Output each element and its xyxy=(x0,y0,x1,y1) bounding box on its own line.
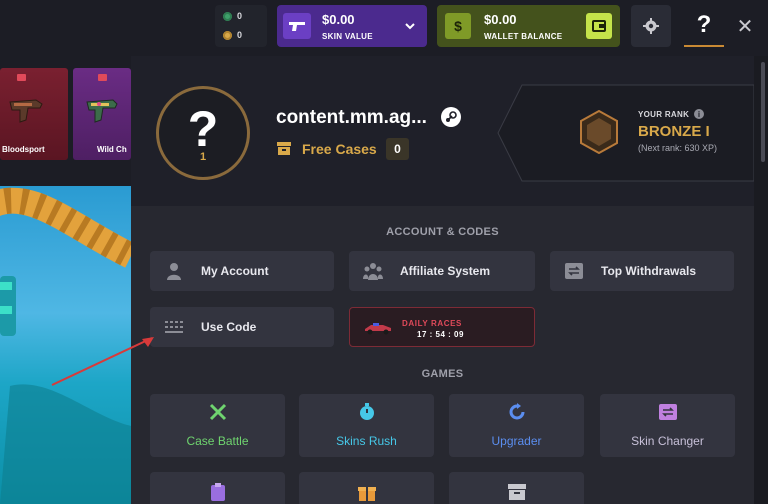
rank-badge-icon xyxy=(580,110,618,154)
annotation-arrow xyxy=(51,337,154,386)
upgrader-button[interactable]: Upgrader xyxy=(449,394,584,457)
top-bar: 0 0 $0.00 SKIN VALUE $ $0.00 WALLET BALA… xyxy=(0,0,768,56)
settings-button[interactable] xyxy=(631,5,671,47)
button-label: Use Code xyxy=(201,320,257,334)
skin-value-amount: $0.00 xyxy=(322,12,355,27)
coin-icon xyxy=(223,11,232,21)
daily-races-timer: 17 : 54 : 09 xyxy=(417,330,464,339)
game-label: Case Battle xyxy=(186,434,249,448)
race-car-icon xyxy=(365,323,391,335)
game-label: Upgrader xyxy=(491,434,542,448)
gun-image xyxy=(9,99,43,123)
case-name: Wild Ch xyxy=(97,145,127,154)
close-button[interactable]: ✕ xyxy=(730,8,760,44)
free-cases-count: 0 xyxy=(386,138,409,160)
game-label: Skin Changer xyxy=(631,434,704,448)
button-label: My Account xyxy=(201,264,269,278)
case-name: Bloodsport xyxy=(2,145,45,154)
steam-icon[interactable] xyxy=(441,107,461,127)
chevron-down-icon xyxy=(405,19,415,33)
case-card-bloodsport[interactable]: Bloodsport xyxy=(0,68,68,160)
skin-value-label: SKIN VALUE xyxy=(322,32,373,41)
avatar-placeholder: ? xyxy=(187,101,219,157)
stopwatch-icon xyxy=(357,402,377,422)
wallet-amount: $0.00 xyxy=(484,12,517,27)
level-badge: 1 xyxy=(194,151,212,171)
app-root: Bloodsport Wild Ch 0 0 $0.00 SKIN VALUE … xyxy=(0,0,768,504)
case-tag-icon xyxy=(98,74,107,81)
rank-next: (Next rank: 630 XP) xyxy=(638,143,718,153)
case-card-wild[interactable]: Wild Ch xyxy=(73,68,131,160)
top-withdrawals-button[interactable]: Top Withdrawals xyxy=(550,251,734,291)
user-icon xyxy=(164,261,184,281)
case-tag-icon xyxy=(17,74,26,81)
button-label: Top Withdrawals xyxy=(601,264,697,278)
scrollbar-thumb[interactable] xyxy=(761,62,765,162)
use-code-button[interactable]: Use Code xyxy=(150,307,334,347)
coin-value: 0 xyxy=(237,11,243,21)
pistol-icon xyxy=(283,13,311,39)
info-icon[interactable]: i xyxy=(694,109,704,119)
case-battle-button[interactable]: Case Battle xyxy=(150,394,285,457)
keyboard-icon xyxy=(164,317,184,337)
rank-title: YOUR RANK xyxy=(638,110,690,119)
my-account-button[interactable]: My Account xyxy=(150,251,334,291)
daily-races-button[interactable]: DAILY RACES 17 : 54 : 09 xyxy=(349,307,535,347)
help-button[interactable]: ? xyxy=(684,5,724,47)
affiliate-system-button[interactable]: Affiliate System xyxy=(349,251,535,291)
daily-races-label: DAILY RACES xyxy=(402,319,462,328)
upgrade-icon xyxy=(507,402,527,422)
clipboard-icon xyxy=(208,482,228,502)
game-button-row2-2[interactable] xyxy=(299,472,434,504)
skins-rush-button[interactable]: Skins Rush xyxy=(299,394,434,457)
gift-icon xyxy=(357,482,377,502)
wallet-label: WALLET BALANCE xyxy=(484,32,563,41)
coin-value: 0 xyxy=(237,30,243,40)
wallet-balance-button[interactable]: $ $0.00 WALLET BALANCE xyxy=(437,5,620,47)
swords-icon xyxy=(208,402,228,422)
skin-changer-button[interactable]: Skin Changer xyxy=(600,394,735,457)
coin-balances: 0 0 xyxy=(215,5,267,47)
skin-value-button[interactable]: $0.00 SKIN VALUE xyxy=(277,5,427,47)
game-button-row2-3[interactable] xyxy=(449,472,584,504)
username: content.mm.ag... xyxy=(276,107,427,128)
rank-card xyxy=(497,84,754,182)
swap-icon xyxy=(564,261,584,281)
account-section-title: ACCOUNT & CODES xyxy=(386,226,499,238)
gun-image xyxy=(86,99,118,123)
coin-balance-gold: 0 xyxy=(223,30,242,40)
box-icon xyxy=(507,482,527,502)
exchange-icon xyxy=(658,402,678,422)
game-label: Skins Rush xyxy=(336,434,397,448)
free-cases-label[interactable]: Free Cases xyxy=(302,141,377,157)
game-button-row2-1[interactable] xyxy=(150,472,285,504)
gear-icon xyxy=(643,18,659,34)
box-icon xyxy=(277,142,291,155)
games-section-title: GAMES xyxy=(421,368,464,380)
rank-name: BRONZE I xyxy=(638,123,710,140)
coin-icon xyxy=(223,30,232,40)
coin-balance-green: 0 xyxy=(223,11,242,21)
wallet-icon[interactable] xyxy=(586,13,612,39)
group-icon xyxy=(363,261,383,281)
button-label: Affiliate System xyxy=(400,264,491,278)
dollar-icon: $ xyxy=(445,13,471,39)
